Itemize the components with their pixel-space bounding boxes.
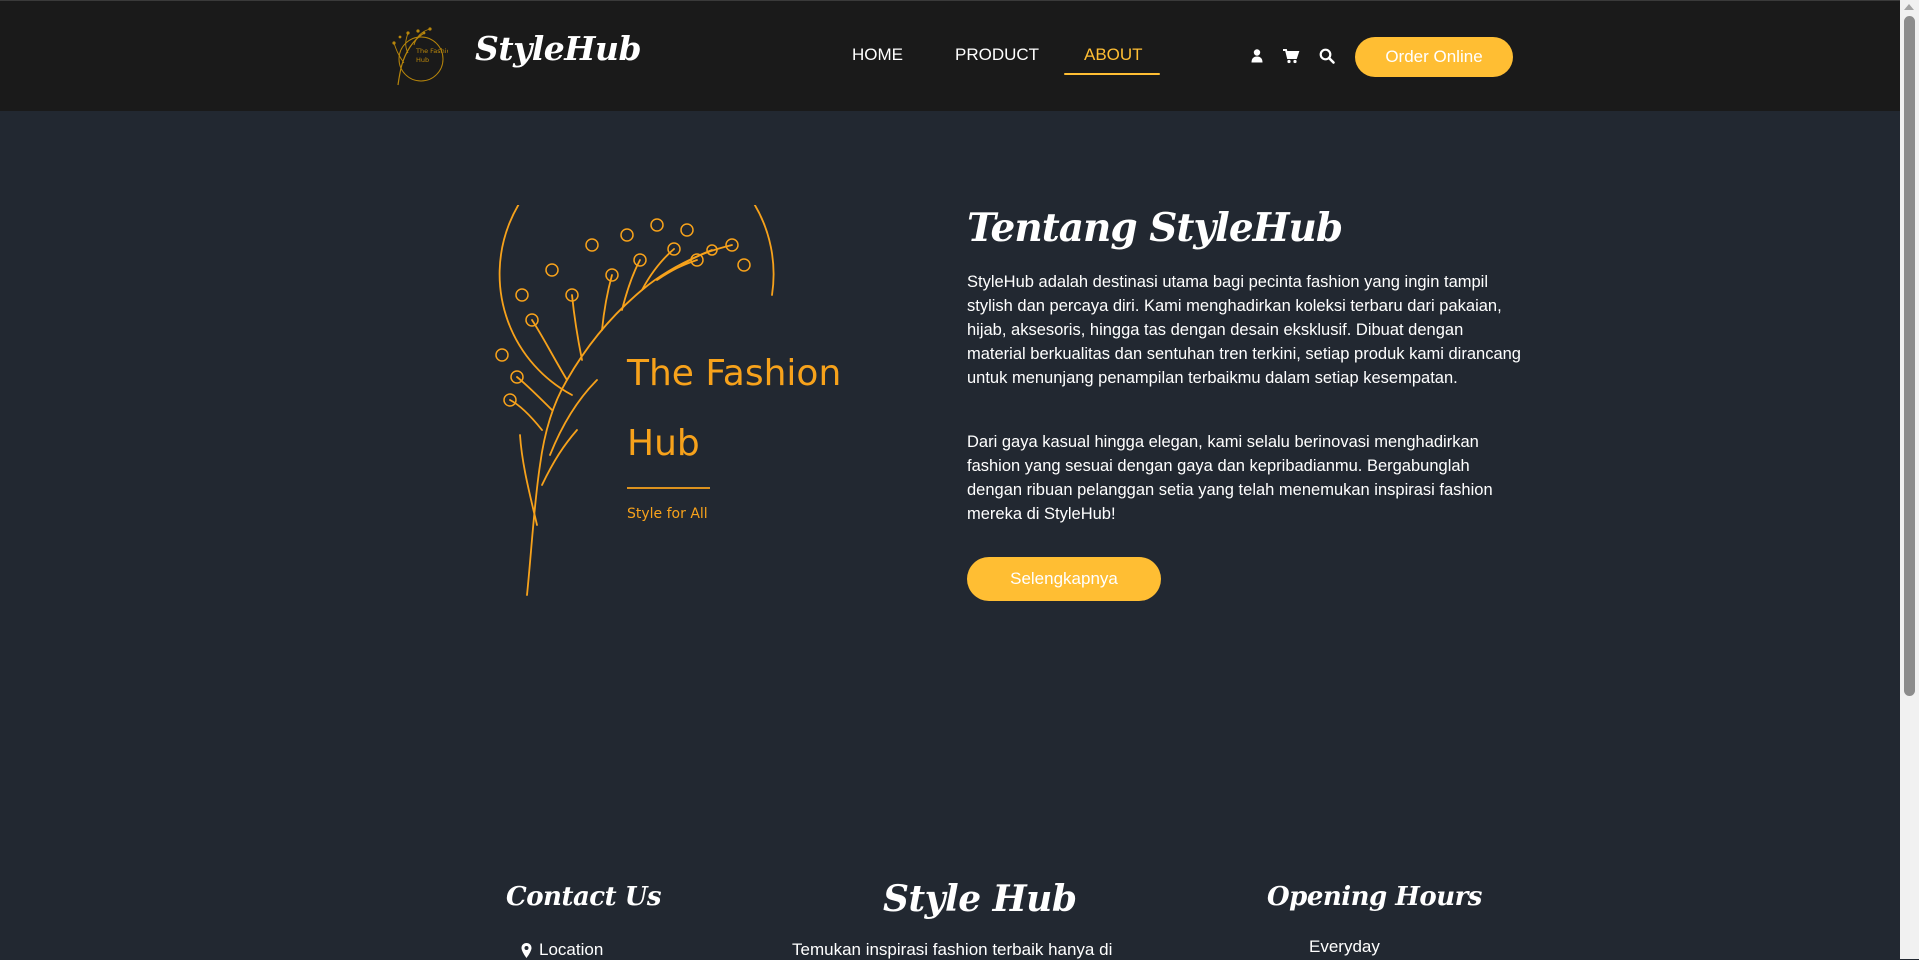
user-icon[interactable] xyxy=(1248,47,1266,65)
opening-hours-heading: Opening Hours xyxy=(1267,882,1482,912)
fashion-hub-logo-image: The Fashion Hub Style for All xyxy=(495,205,841,596)
opening-hours-days: Everyday xyxy=(1309,937,1380,956)
main-nav: HOME PRODUCT ABOUT xyxy=(0,45,1900,75)
about-paragraph-2: Dari gaya kasual hingga elegan, kami sel… xyxy=(967,433,1493,523)
nav-about-link[interactable]: ABOUT xyxy=(1084,45,1143,65)
scroll-up-arrow-icon[interactable] xyxy=(1904,4,1914,10)
cart-icon[interactable] xyxy=(1282,47,1300,65)
footer-brand-heading: Style Hub xyxy=(883,878,1077,920)
footer-description: Temukan inspirasi fashion terbaik hanya … xyxy=(792,940,1113,959)
location-link[interactable]: Location xyxy=(539,940,603,960)
about-title: Tentang StyleHub xyxy=(967,205,1343,251)
image-tagline: Style for All xyxy=(627,506,708,522)
image-title-line1: The Fashion xyxy=(626,353,841,394)
nav-home-link[interactable]: HOME xyxy=(852,45,903,65)
search-icon[interactable] xyxy=(1318,47,1336,65)
read-more-button[interactable]: Selengkapnya xyxy=(967,557,1161,601)
contact-us-heading: Contact Us xyxy=(506,882,662,912)
nav-active-underline xyxy=(1064,73,1160,75)
site-header: The Fashion Hub StyleHub HOME PRODUCT AB… xyxy=(0,0,1900,111)
order-online-button[interactable]: Order Online xyxy=(1355,37,1513,77)
image-title-line2: Hub xyxy=(627,423,700,464)
nav-product-link[interactable]: PRODUCT xyxy=(955,45,1039,65)
location-pin-icon xyxy=(521,943,532,958)
scrollbar-thumb[interactable] xyxy=(1904,16,1915,696)
about-paragraph-1: StyleHub adalah destinasi utama bagi pec… xyxy=(967,273,1521,387)
